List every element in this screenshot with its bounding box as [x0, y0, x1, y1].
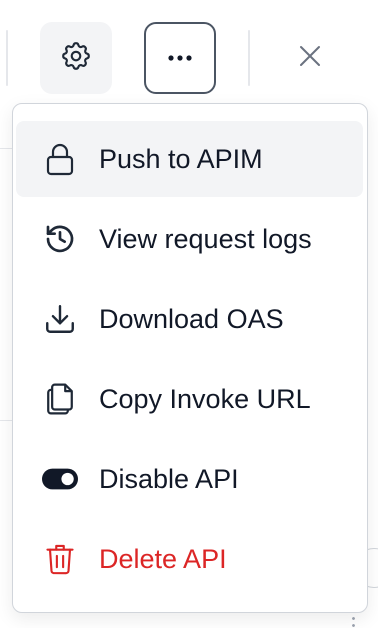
more-options-menu: Push to APIM View request logs Download … [12, 103, 368, 613]
toggle-on-icon [42, 461, 78, 497]
trash-icon [42, 541, 78, 577]
toolbar [0, 0, 378, 104]
gear-icon [59, 39, 93, 78]
copy-icon [42, 381, 78, 417]
toolbar-divider [6, 30, 8, 86]
ellipsis-icon [165, 49, 195, 67]
close-icon [298, 44, 322, 73]
download-icon [42, 301, 78, 337]
menu-item-label: Copy Invoke URL [99, 384, 311, 414]
menu-item-label: Disable API [99, 464, 239, 494]
lock-icon [42, 141, 78, 177]
menu-item-disable-api[interactable]: Disable API [16, 441, 363, 517]
menu-item-copy-invoke-url[interactable]: Copy Invoke URL [16, 361, 363, 437]
menu-item-download-oas[interactable]: Download OAS [16, 281, 363, 357]
settings-button[interactable] [40, 22, 112, 94]
history-icon [42, 221, 78, 257]
menu-item-push-to-apim[interactable]: Push to APIM [16, 121, 363, 197]
menu-item-label: View request logs [99, 224, 312, 254]
more-options-button[interactable] [144, 22, 216, 94]
menu-item-label: Push to APIM [99, 144, 263, 174]
toolbar-divider [248, 30, 250, 86]
menu-item-delete-api[interactable]: Delete API [16, 521, 363, 597]
menu-item-label: Download OAS [99, 304, 284, 334]
close-button[interactable] [286, 34, 334, 82]
menu-item-view-request-logs[interactable]: View request logs [16, 201, 363, 277]
menu-item-label: Delete API [99, 544, 227, 574]
